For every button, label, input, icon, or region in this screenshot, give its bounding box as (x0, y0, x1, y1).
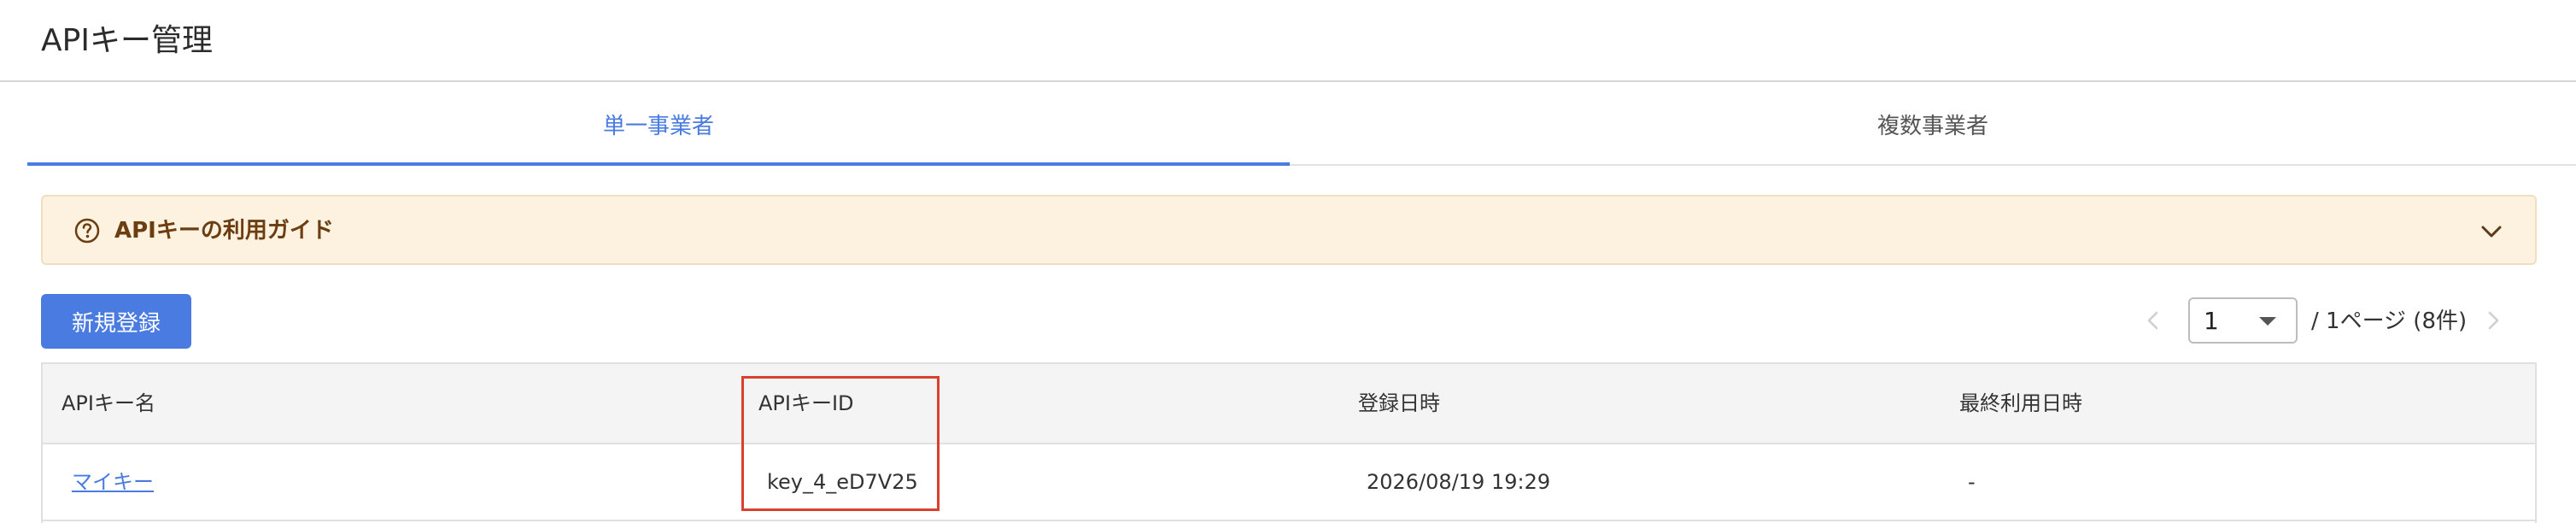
registered-at-cell: 2026/08/19 19:29 (1367, 470, 1551, 494)
next-page-icon[interactable] (2480, 308, 2506, 333)
pagination-info: / 1ページ (8件) (2311, 309, 2468, 334)
page-header: APIキー管理 (0, 0, 2576, 82)
new-registration-button[interactable]: 新規登録 (41, 294, 191, 349)
page-select-value: 1 (2204, 307, 2219, 335)
key-name-link[interactable]: マイキー (72, 444, 154, 520)
api-key-guide-accordion[interactable]: APIキーの利用ガイド (41, 195, 2537, 265)
table-header: APIキー名 APIキーID 登録日時 最終利用日時 (43, 364, 2535, 444)
api-key-management-page: APIキー管理 単一事業者 複数事業者 APIキーの利用ガイド 新規登録 1 /… (0, 0, 2576, 523)
column-header-last-used: 最終利用日時 (1959, 391, 2082, 415)
page-number-select[interactable]: 1 (2188, 297, 2298, 344)
last-used-cell: - (1968, 470, 1976, 494)
column-header-key-name: APIキー名 (61, 391, 155, 415)
page-title: APIキー管理 (41, 23, 213, 58)
tab-single-operator[interactable]: 単一事業者 (27, 84, 1290, 166)
key-id-cell: key_4_eD7V25 (767, 470, 918, 494)
table-row: マイキー key_4_eD7V25 2026/08/19 19:29 - (43, 444, 2535, 521)
chevron-down-icon[interactable] (2479, 219, 2504, 244)
column-header-key-id: APIキーID (758, 391, 854, 415)
guide-title: APIキーの利用ガイド (114, 218, 334, 244)
tab-bar: 単一事業者 複数事業者 (27, 84, 2576, 166)
caret-down-icon (2259, 317, 2276, 326)
tab-multiple-operators[interactable]: 複数事業者 (1290, 84, 2576, 164)
api-key-table: APIキー名 APIキーID 登録日時 最終利用日時 マイキー key_4_eD… (41, 362, 2537, 523)
previous-page-icon[interactable] (2140, 308, 2166, 333)
help-circle-icon (74, 218, 100, 244)
column-header-registered-at: 登録日時 (1358, 391, 1440, 415)
